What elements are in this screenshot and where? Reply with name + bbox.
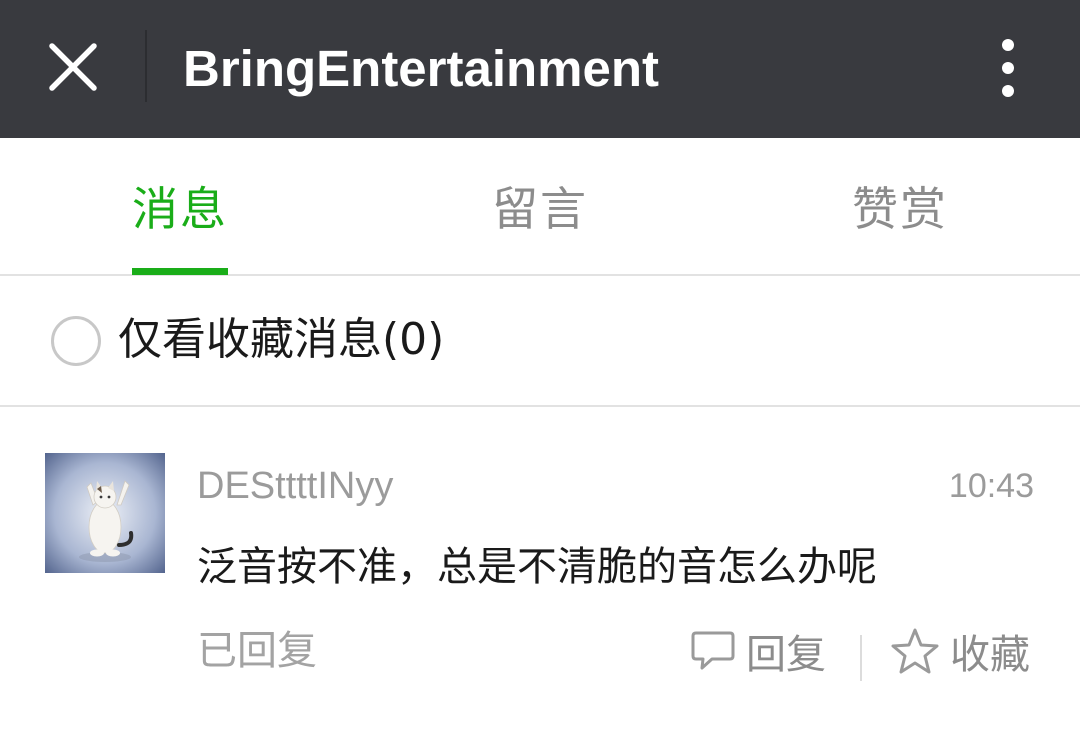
cat-avatar-icon: [45, 453, 165, 573]
favorites-filter-label: 仅看收藏消息(0): [118, 314, 445, 365]
favorite-button[interactable]: 收藏: [890, 623, 1030, 679]
tab-bar: 消息 留言 赞赏: [0, 138, 1080, 276]
top-bar: BringEntertainment: [0, 0, 1080, 138]
reply-button[interactable]: 回复: [690, 623, 826, 679]
more-button[interactable]: [975, 30, 1041, 106]
tab-label: 赞赏: [852, 182, 948, 236]
list-item: DESttttINyy 10:43 泛音按不准，总是不清脆的音怎么办呢 已回复 …: [0, 409, 1080, 730]
star-icon: [891, 628, 939, 674]
tab-rewards[interactable]: 赞赏: [720, 138, 1080, 274]
favorites-filter-row[interactable]: 仅看收藏消息(0): [0, 277, 1080, 407]
page-title: BringEntertainment: [183, 40, 660, 97]
reply-status: 已回复: [197, 628, 317, 674]
avatar[interactable]: [45, 453, 165, 573]
close-button[interactable]: [30, 24, 116, 110]
tab-label: 留言: [492, 182, 588, 236]
action-divider: [860, 635, 862, 681]
tab-messages[interactable]: 消息: [0, 138, 360, 274]
title-divider: [145, 30, 147, 102]
active-tab-indicator: [132, 268, 228, 275]
message-username: DESttttINyy: [197, 465, 394, 507]
tab-comments[interactable]: 留言: [360, 138, 720, 274]
message-content: 泛音按不准，总是不清脆的音怎么办呢: [197, 544, 877, 590]
message-timestamp: 10:43: [948, 467, 1034, 505]
favorite-label: 收藏: [950, 632, 1030, 678]
reply-label: 回复: [746, 632, 826, 678]
favorites-only-radio[interactable]: [51, 316, 101, 366]
tab-label: 消息: [132, 182, 228, 236]
close-icon: [49, 43, 97, 91]
comment-icon: [691, 631, 735, 670]
more-vertical-icon: [1002, 39, 1014, 97]
